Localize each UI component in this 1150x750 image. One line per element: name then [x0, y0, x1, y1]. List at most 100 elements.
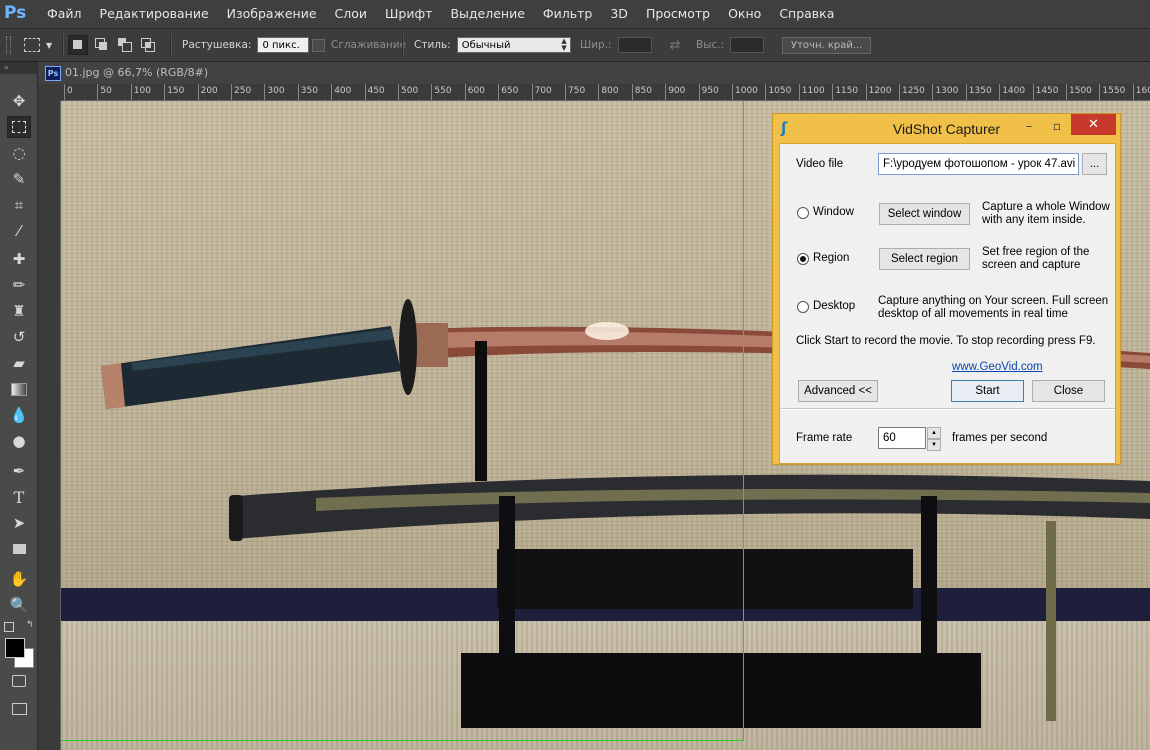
history-brush-tool-icon[interactable]: ↺ [7, 326, 31, 348]
menu-item[interactable]: Фильтр [534, 0, 601, 28]
ruler-tick-label: 1350 [965, 84, 992, 100]
foreground-color-swatch[interactable] [5, 638, 25, 658]
ruler-tick-label: 0 [64, 84, 73, 100]
gradient-tool-icon[interactable] [7, 378, 31, 400]
ruler-horizontal[interactable]: 0 50 100 150 200 250 300 350 400 450 500 550 600 650 7… [62, 84, 1150, 101]
ruler-tick-label: 750 [565, 84, 585, 100]
menu-item[interactable]: Справка [770, 0, 843, 28]
healing-brush-tool-icon[interactable]: ✚ [7, 248, 31, 270]
swap-colors-icon[interactable]: ↰ [26, 620, 34, 630]
ruler-tick-label: 600 [464, 84, 485, 100]
selection-marquee [61, 101, 744, 741]
dodge-tool-icon[interactable]: ● [7, 430, 31, 452]
window-description-line2: with any item inside. [982, 214, 1086, 226]
menu-item[interactable]: 3D [601, 0, 637, 28]
ruler-tick-label: 1150 [832, 84, 858, 100]
antialias-checkbox[interactable] [312, 38, 325, 52]
ruler-tick-label: 450 [364, 84, 385, 100]
screen-mode-icon[interactable] [7, 698, 31, 720]
browse-button[interactable]: ... [1082, 153, 1107, 175]
height-label: Выс.: [696, 39, 725, 51]
subtract-selection-icon[interactable] [116, 36, 134, 54]
clone-stamp-tool-icon[interactable]: ♜ [7, 300, 31, 322]
close-button[interactable]: Close [1032, 380, 1105, 402]
close-window-icon[interactable]: ✕ [1071, 114, 1116, 135]
menu-item[interactable]: Редактирование [91, 0, 218, 28]
menu-item[interactable]: Выделение [441, 0, 533, 28]
frame-rate-input[interactable]: 60 [878, 427, 926, 449]
ruler-tick-label: 550 [431, 84, 452, 100]
stepper-up-icon[interactable]: ▲ [927, 427, 941, 439]
video-file-input[interactable]: F:\уродуем фотошопом - урок 47.avi [878, 153, 1079, 175]
lasso-tool-icon[interactable]: ◌ [7, 142, 31, 164]
tools-panel-header: » [0, 62, 37, 74]
ruler-tick-label: 1600 [1132, 84, 1150, 100]
brush-tool-icon[interactable]: ✏ [7, 274, 31, 296]
document-tab[interactable]: Ps 01.jpg @ 66,7% (RGB/8#) [38, 62, 1150, 85]
pen-tool-icon[interactable]: ✒ [7, 460, 31, 482]
start-button[interactable]: Start [951, 380, 1024, 402]
crop-tool-icon[interactable]: ⌗ [7, 194, 31, 216]
marquee-preset-picker[interactable]: ▼ [24, 29, 52, 61]
feather-input[interactable]: 0 пикс. [257, 37, 310, 53]
ruler-tick-label: 1500 [1066, 84, 1092, 100]
width-input[interactable] [617, 37, 652, 53]
height-input[interactable] [730, 37, 765, 53]
intersect-selection-icon[interactable] [139, 36, 157, 54]
maximize-icon[interactable]: ▫ [1045, 116, 1069, 136]
minimize-icon[interactable]: – [1017, 116, 1041, 136]
style-select[interactable]: Обычный ▲ ▼ [456, 37, 571, 53]
eyedropper-tool-icon[interactable]: ⁄ [7, 220, 31, 242]
dialog-titlebar[interactable]: ʃ VidShot Capturer – ▫ ✕ [773, 114, 1120, 142]
menu-item[interactable]: Слои [326, 0, 377, 28]
select-window-button[interactable]: Select window [879, 203, 970, 225]
radio-selected-dot [800, 256, 806, 262]
fps-label: frames per second [952, 432, 1048, 444]
region-radio[interactable] [797, 253, 809, 265]
advanced-button[interactable]: Advanced << [798, 380, 878, 402]
select-region-button[interactable]: Select region [879, 248, 970, 270]
marquee-tool-icon[interactable] [7, 116, 31, 138]
quick-select-tool-icon[interactable]: ✎ [7, 168, 31, 190]
blur-tool-icon[interactable]: 💧 [7, 404, 31, 426]
ruler-tick-label: 700 [531, 84, 552, 100]
rectangle-tool-icon[interactable] [7, 538, 31, 560]
region-label: Region [813, 252, 850, 264]
stepper-down-icon[interactable]: ▼ [927, 439, 941, 451]
photoshop-logo-icon: Ps [4, 3, 27, 23]
menu-item[interactable]: Изображение [218, 0, 326, 28]
feather-label: Растушевка: [182, 39, 252, 51]
ruler-vertical[interactable] [38, 100, 61, 750]
menu-item[interactable]: Файл [38, 0, 91, 28]
document-ps-icon: Ps [45, 66, 61, 81]
path-select-tool-icon[interactable]: ➤ [7, 512, 31, 534]
menu-item[interactable]: Просмотр [637, 0, 719, 28]
ruler-tick-label: 150 [164, 84, 184, 100]
menu-item[interactable]: Шрифт [376, 0, 441, 28]
zoom-tool-icon[interactable]: 🔍 [7, 594, 31, 616]
move-tool-icon[interactable]: ✥ [7, 90, 31, 112]
options-bar: ▼ Растушевка: 0 пикс. Сглаживание Стиль:… [0, 29, 1150, 62]
menu-item[interactable]: Окно [719, 0, 770, 28]
window-radio[interactable] [797, 207, 809, 219]
frame-rate-stepper[interactable]: ▲ ▼ [927, 427, 941, 451]
divider [62, 34, 64, 56]
ruler-tick-label: 1400 [999, 84, 1025, 100]
tools-panel: » ✥ ◌ ✎ ⌗ ⁄ ✚ ✏ ♜ ↺ ▰ 💧 ● ✒ T ➤ ✋ 🔍 ↰ [0, 62, 38, 750]
add-selection-icon[interactable] [93, 36, 111, 54]
refine-edge-button[interactable]: Уточн. край... [782, 36, 872, 54]
ruler-tick-label: 650 [498, 84, 518, 100]
new-selection-icon[interactable] [68, 35, 88, 55]
ruler-tick-label: 1300 [932, 84, 958, 100]
desktop-radio[interactable] [797, 301, 809, 313]
quick-mask-icon[interactable] [7, 670, 31, 692]
geovid-link[interactable]: www.GeoVid.com [952, 361, 1043, 373]
swap-dimensions-icon[interactable]: ⇄ [670, 38, 681, 53]
ruler-tick-label: 500 [398, 84, 418, 100]
type-tool-icon[interactable]: T [7, 486, 31, 508]
default-colors-icon[interactable] [4, 622, 14, 632]
window-controls [1070, 0, 1150, 28]
hand-tool-icon[interactable]: ✋ [7, 568, 31, 590]
desktop-description-line2: desktop of all movements in real time [878, 308, 1068, 320]
eraser-tool-icon[interactable]: ▰ [7, 352, 31, 374]
